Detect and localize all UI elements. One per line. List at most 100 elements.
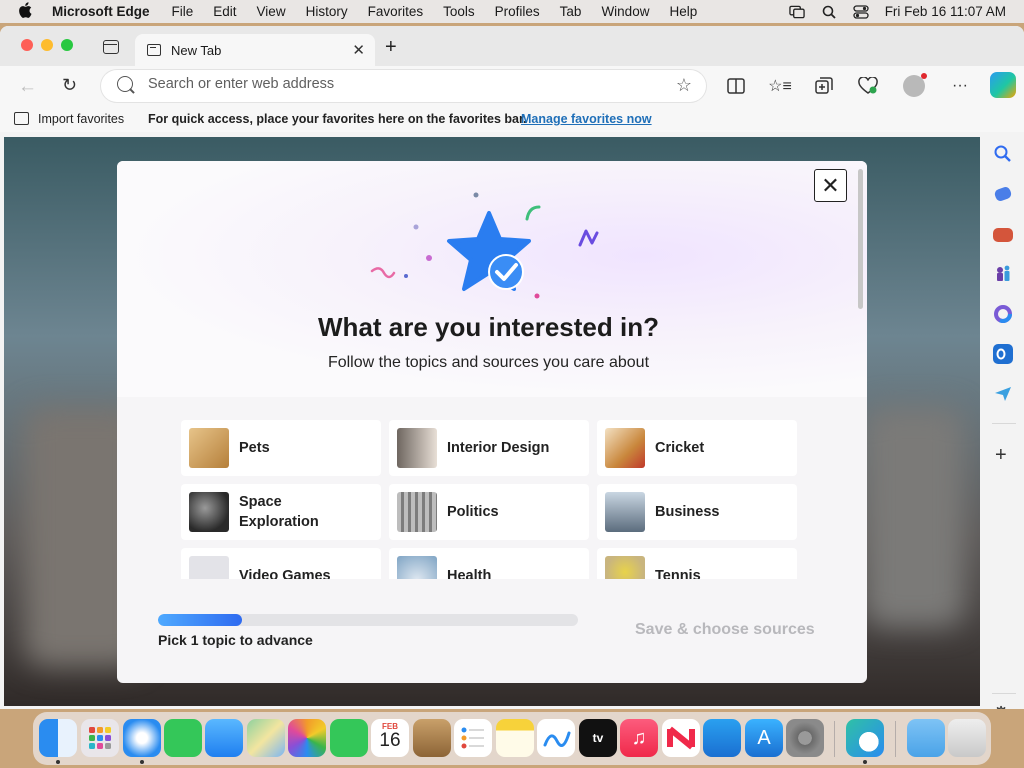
topic-business[interactable]: Business — [597, 484, 797, 540]
tab-actions-menu-icon[interactable] — [103, 40, 119, 54]
sidebar-shopping-tag-icon[interactable] — [993, 185, 1013, 203]
zoom-window-button[interactable] — [61, 39, 73, 51]
finder-icon[interactable] — [39, 719, 77, 757]
menubar-clock[interactable]: Fri Feb 16 11:07 AM — [885, 4, 1006, 19]
control-center-icon[interactable] — [853, 4, 869, 19]
sidebar-add-icon[interactable]: + — [995, 444, 1007, 467]
messages-icon[interactable] — [164, 719, 202, 757]
topic-thumbnail — [605, 556, 645, 579]
split-screen-icon[interactable] — [725, 75, 747, 97]
freeform-icon[interactable] — [537, 719, 575, 757]
menu-tab[interactable]: Tab — [560, 4, 582, 19]
apple-tv-icon[interactable]: tv — [579, 719, 617, 757]
window-controls — [21, 39, 73, 51]
topic-politics[interactable]: Politics — [389, 484, 589, 540]
topic-progress-bar — [158, 614, 578, 626]
minimize-window-button[interactable] — [41, 39, 53, 51]
sidebar-tools-briefcase-icon[interactable] — [993, 228, 1013, 242]
topic-label: Pets — [239, 440, 270, 456]
sidebar-microsoft-365-icon[interactable] — [993, 304, 1013, 324]
contacts-icon[interactable] — [413, 719, 451, 757]
copilot-icon[interactable] — [990, 72, 1016, 98]
navigation-toolbar: ← ↻ ☆ ☆≡ ··· — [0, 66, 1024, 106]
apple-menu-icon[interactable] — [18, 1, 36, 22]
sidebar-games-chess-icon[interactable] — [993, 264, 1013, 284]
address-bar[interactable]: ☆ — [101, 70, 706, 102]
close-tab-icon[interactable]: ✕ — [352, 41, 365, 59]
favorites-star-list-icon[interactable]: ☆≡ — [768, 75, 792, 97]
close-dialog-button[interactable]: ✕ — [814, 169, 847, 202]
new-tab-plus-icon[interactable]: + — [385, 36, 397, 59]
topic-pets[interactable]: Pets — [181, 420, 381, 476]
menu-history[interactable]: History — [306, 4, 348, 19]
app-menu[interactable]: Microsoft Edge — [52, 4, 150, 19]
menu-tools[interactable]: Tools — [443, 4, 475, 19]
reminders-icon[interactable] — [454, 719, 492, 757]
topic-thumbnail — [189, 492, 229, 532]
topic-progress-fill — [158, 614, 242, 626]
browser-essentials-heart-icon[interactable] — [857, 75, 879, 97]
topic-cricket[interactable]: Cricket — [597, 420, 797, 476]
edge-icon[interactable] — [846, 719, 884, 757]
menu-file[interactable]: File — [172, 4, 194, 19]
calendar-icon[interactable]: FEB 16 — [371, 719, 409, 757]
mail-icon[interactable] — [205, 719, 243, 757]
menu-edit[interactable]: Edit — [213, 4, 236, 19]
sidebar-outlook-icon[interactable] — [993, 344, 1013, 364]
app-store-icon[interactable]: A — [745, 719, 783, 757]
dialog-scrollbar[interactable] — [858, 169, 863, 309]
keynote-icon[interactable] — [703, 719, 741, 757]
downloads-folder-icon[interactable] — [907, 719, 945, 757]
menu-view[interactable]: View — [257, 4, 286, 19]
sidebar-drop-send-icon[interactable] — [993, 384, 1013, 404]
topic-thumbnail — [397, 428, 437, 468]
add-favorite-star-icon[interactable]: ☆ — [676, 75, 692, 96]
topic-space-exploration[interactable]: Space Exploration — [181, 484, 381, 540]
sidebar-settings-gear-icon[interactable]: ⚙ — [993, 703, 1009, 709]
refresh-icon[interactable]: ↻ — [62, 75, 77, 96]
import-favorites-button[interactable]: Import favorites — [38, 112, 124, 126]
safari-icon[interactable] — [123, 719, 161, 757]
close-window-button[interactable] — [21, 39, 33, 51]
dialog-subtitle: Follow the topics and sources you care a… — [327, 354, 650, 371]
search-icon — [117, 76, 133, 92]
collections-icon[interactable] — [813, 75, 835, 97]
sidebar-search-icon[interactable] — [993, 144, 1013, 164]
favorites-bar: Import favorites For quick access, place… — [0, 106, 1024, 132]
topic-thumbnail — [189, 556, 229, 579]
profile-avatar[interactable] — [903, 73, 927, 97]
settings-and-more-icon[interactable]: ··· — [949, 75, 971, 97]
topic-health[interactable]: Health — [389, 548, 589, 579]
notes-icon[interactable] — [496, 719, 534, 757]
topic-label: Interior Design — [447, 440, 550, 456]
topic-thumbnail — [189, 428, 229, 468]
screen-mirroring-icon[interactable] — [788, 5, 805, 19]
menu-window[interactable]: Window — [601, 4, 649, 19]
manage-favorites-link[interactable]: Manage favorites now — [521, 112, 652, 126]
menu-bar: Microsoft Edge File Edit View History Fa… — [0, 0, 1024, 23]
topic-tennis[interactable]: Tennis — [597, 548, 797, 579]
topic-label: Business — [655, 504, 720, 520]
topic-video-games[interactable]: Video Games — [181, 548, 381, 579]
tab-new-tab[interactable]: New Tab ✕ — [135, 34, 375, 66]
save-and-choose-sources-button[interactable]: Save & choose sources — [635, 621, 815, 639]
topic-interior-design[interactable]: Interior Design — [389, 420, 589, 476]
news-icon[interactable] — [662, 719, 700, 757]
menu-help[interactable]: Help — [669, 4, 697, 19]
back-arrow-icon[interactable]: ← — [18, 76, 37, 98]
menu-profiles[interactable]: Profiles — [495, 4, 540, 19]
music-icon[interactable]: ♫ — [620, 719, 658, 757]
menu-favorites[interactable]: Favorites — [368, 4, 424, 19]
maps-icon[interactable] — [247, 719, 285, 757]
progress-instruction: Pick 1 topic to advance — [158, 632, 313, 648]
dialog-title: What are you interested in? — [318, 312, 659, 342]
photos-icon[interactable] — [288, 719, 326, 757]
topic-thumbnail — [605, 492, 645, 532]
system-settings-icon[interactable] — [786, 719, 824, 757]
trash-icon[interactable] — [948, 719, 986, 757]
address-input[interactable] — [148, 76, 648, 92]
launchpad-icon[interactable] — [81, 719, 119, 757]
spotlight-search-icon[interactable] — [821, 5, 837, 19]
import-favorites-icon[interactable] — [14, 112, 29, 125]
facetime-icon[interactable] — [330, 719, 368, 757]
